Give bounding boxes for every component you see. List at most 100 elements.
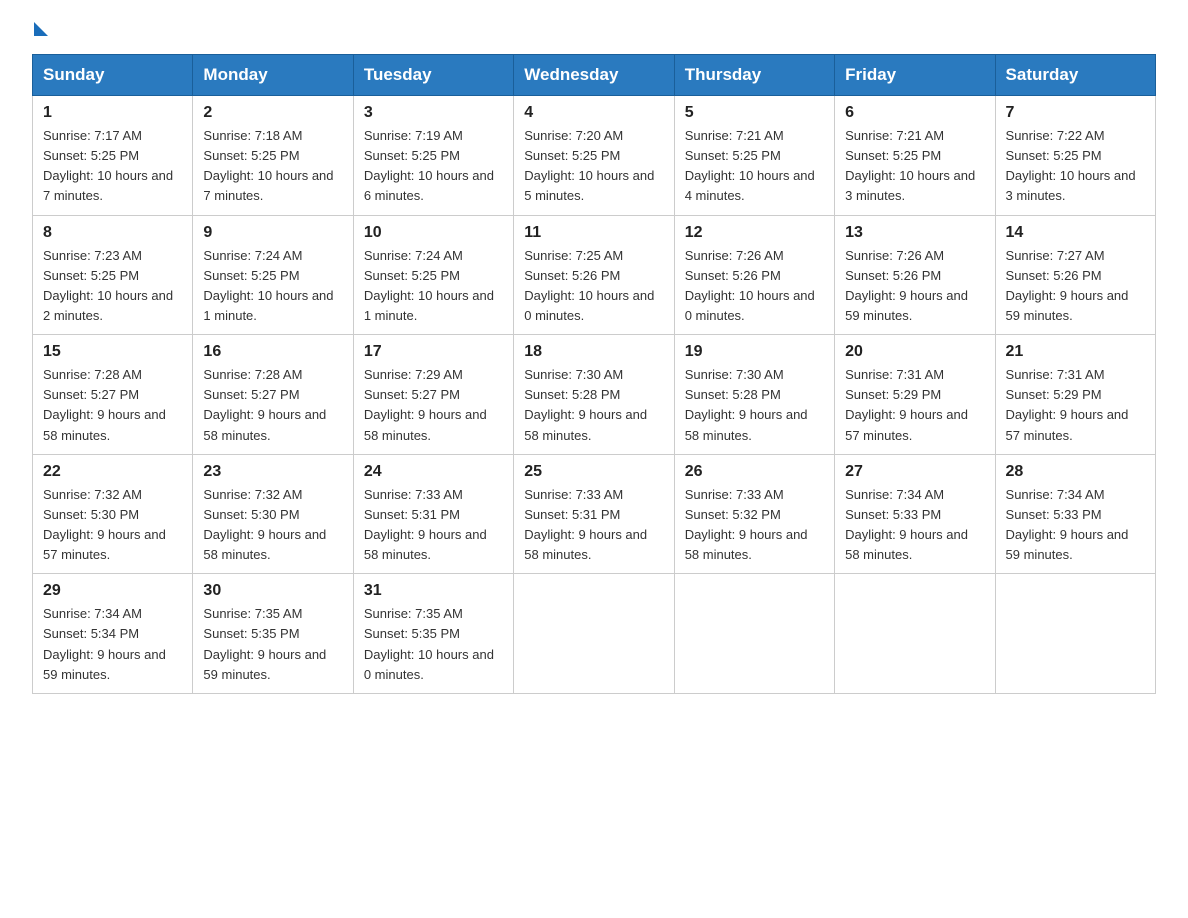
day-number: 7 — [1006, 104, 1145, 122]
day-number: 21 — [1006, 343, 1145, 361]
calendar-cell: 7 Sunrise: 7:22 AMSunset: 5:25 PMDayligh… — [995, 96, 1155, 216]
day-info: Sunrise: 7:26 AMSunset: 5:26 PMDaylight:… — [845, 248, 968, 323]
day-number: 11 — [524, 224, 663, 242]
logo-triangle-icon — [34, 22, 48, 36]
calendar-cell: 18 Sunrise: 7:30 AMSunset: 5:28 PMDaylig… — [514, 335, 674, 455]
day-number: 23 — [203, 463, 342, 481]
day-number: 16 — [203, 343, 342, 361]
calendar-cell: 25 Sunrise: 7:33 AMSunset: 5:31 PMDaylig… — [514, 454, 674, 574]
calendar-cell: 19 Sunrise: 7:30 AMSunset: 5:28 PMDaylig… — [674, 335, 834, 455]
calendar-cell: 2 Sunrise: 7:18 AMSunset: 5:25 PMDayligh… — [193, 96, 353, 216]
day-number: 2 — [203, 104, 342, 122]
day-info: Sunrise: 7:22 AMSunset: 5:25 PMDaylight:… — [1006, 128, 1136, 203]
day-number: 29 — [43, 582, 182, 600]
day-number: 12 — [685, 224, 824, 242]
calendar-cell: 23 Sunrise: 7:32 AMSunset: 5:30 PMDaylig… — [193, 454, 353, 574]
calendar-cell: 9 Sunrise: 7:24 AMSunset: 5:25 PMDayligh… — [193, 215, 353, 335]
header-monday: Monday — [193, 55, 353, 96]
day-info: Sunrise: 7:35 AMSunset: 5:35 PMDaylight:… — [203, 606, 326, 681]
day-number: 8 — [43, 224, 182, 242]
calendar-cell: 13 Sunrise: 7:26 AMSunset: 5:26 PMDaylig… — [835, 215, 995, 335]
day-number: 13 — [845, 224, 984, 242]
day-info: Sunrise: 7:28 AMSunset: 5:27 PMDaylight:… — [43, 367, 166, 442]
calendar-cell: 30 Sunrise: 7:35 AMSunset: 5:35 PMDaylig… — [193, 574, 353, 694]
calendar-cell: 14 Sunrise: 7:27 AMSunset: 5:26 PMDaylig… — [995, 215, 1155, 335]
day-info: Sunrise: 7:23 AMSunset: 5:25 PMDaylight:… — [43, 248, 173, 323]
day-info: Sunrise: 7:20 AMSunset: 5:25 PMDaylight:… — [524, 128, 654, 203]
calendar-cell — [835, 574, 995, 694]
day-number: 4 — [524, 104, 663, 122]
day-number: 31 — [364, 582, 503, 600]
calendar-cell: 4 Sunrise: 7:20 AMSunset: 5:25 PMDayligh… — [514, 96, 674, 216]
day-info: Sunrise: 7:35 AMSunset: 5:35 PMDaylight:… — [364, 606, 494, 681]
day-number: 3 — [364, 104, 503, 122]
calendar-cell: 22 Sunrise: 7:32 AMSunset: 5:30 PMDaylig… — [33, 454, 193, 574]
calendar-cell: 27 Sunrise: 7:34 AMSunset: 5:33 PMDaylig… — [835, 454, 995, 574]
day-info: Sunrise: 7:29 AMSunset: 5:27 PMDaylight:… — [364, 367, 487, 442]
day-info: Sunrise: 7:19 AMSunset: 5:25 PMDaylight:… — [364, 128, 494, 203]
day-info: Sunrise: 7:26 AMSunset: 5:26 PMDaylight:… — [685, 248, 815, 323]
calendar-cell: 16 Sunrise: 7:28 AMSunset: 5:27 PMDaylig… — [193, 335, 353, 455]
calendar-cell — [674, 574, 834, 694]
day-number: 14 — [1006, 224, 1145, 242]
calendar-cell: 24 Sunrise: 7:33 AMSunset: 5:31 PMDaylig… — [353, 454, 513, 574]
calendar-cell: 8 Sunrise: 7:23 AMSunset: 5:25 PMDayligh… — [33, 215, 193, 335]
header-tuesday: Tuesday — [353, 55, 513, 96]
day-info: Sunrise: 7:30 AMSunset: 5:28 PMDaylight:… — [685, 367, 808, 442]
header-saturday: Saturday — [995, 55, 1155, 96]
day-info: Sunrise: 7:24 AMSunset: 5:25 PMDaylight:… — [203, 248, 333, 323]
calendar-cell: 31 Sunrise: 7:35 AMSunset: 5:35 PMDaylig… — [353, 574, 513, 694]
day-info: Sunrise: 7:24 AMSunset: 5:25 PMDaylight:… — [364, 248, 494, 323]
day-number: 18 — [524, 343, 663, 361]
week-row-4: 22 Sunrise: 7:32 AMSunset: 5:30 PMDaylig… — [33, 454, 1156, 574]
calendar-cell: 11 Sunrise: 7:25 AMSunset: 5:26 PMDaylig… — [514, 215, 674, 335]
calendar-cell: 17 Sunrise: 7:29 AMSunset: 5:27 PMDaylig… — [353, 335, 513, 455]
day-info: Sunrise: 7:18 AMSunset: 5:25 PMDaylight:… — [203, 128, 333, 203]
week-row-3: 15 Sunrise: 7:28 AMSunset: 5:27 PMDaylig… — [33, 335, 1156, 455]
day-info: Sunrise: 7:31 AMSunset: 5:29 PMDaylight:… — [845, 367, 968, 442]
header-thursday: Thursday — [674, 55, 834, 96]
week-row-2: 8 Sunrise: 7:23 AMSunset: 5:25 PMDayligh… — [33, 215, 1156, 335]
day-number: 24 — [364, 463, 503, 481]
day-number: 22 — [43, 463, 182, 481]
day-info: Sunrise: 7:27 AMSunset: 5:26 PMDaylight:… — [1006, 248, 1129, 323]
calendar-cell: 21 Sunrise: 7:31 AMSunset: 5:29 PMDaylig… — [995, 335, 1155, 455]
page-header — [32, 24, 1156, 38]
week-row-1: 1 Sunrise: 7:17 AMSunset: 5:25 PMDayligh… — [33, 96, 1156, 216]
day-number: 30 — [203, 582, 342, 600]
day-number: 5 — [685, 104, 824, 122]
day-number: 1 — [43, 104, 182, 122]
calendar-table: SundayMondayTuesdayWednesdayThursdayFrid… — [32, 54, 1156, 694]
day-info: Sunrise: 7:25 AMSunset: 5:26 PMDaylight:… — [524, 248, 654, 323]
day-info: Sunrise: 7:30 AMSunset: 5:28 PMDaylight:… — [524, 367, 647, 442]
calendar-cell: 26 Sunrise: 7:33 AMSunset: 5:32 PMDaylig… — [674, 454, 834, 574]
day-info: Sunrise: 7:28 AMSunset: 5:27 PMDaylight:… — [203, 367, 326, 442]
day-number: 27 — [845, 463, 984, 481]
week-row-5: 29 Sunrise: 7:34 AMSunset: 5:34 PMDaylig… — [33, 574, 1156, 694]
day-info: Sunrise: 7:33 AMSunset: 5:31 PMDaylight:… — [524, 487, 647, 562]
day-number: 26 — [685, 463, 824, 481]
calendar-cell: 28 Sunrise: 7:34 AMSunset: 5:33 PMDaylig… — [995, 454, 1155, 574]
calendar-cell: 20 Sunrise: 7:31 AMSunset: 5:29 PMDaylig… — [835, 335, 995, 455]
day-number: 17 — [364, 343, 503, 361]
logo — [32, 24, 48, 38]
calendar-cell: 29 Sunrise: 7:34 AMSunset: 5:34 PMDaylig… — [33, 574, 193, 694]
calendar-cell — [995, 574, 1155, 694]
header-sunday: Sunday — [33, 55, 193, 96]
calendar-cell: 15 Sunrise: 7:28 AMSunset: 5:27 PMDaylig… — [33, 335, 193, 455]
day-number: 6 — [845, 104, 984, 122]
header-wednesday: Wednesday — [514, 55, 674, 96]
day-info: Sunrise: 7:34 AMSunset: 5:33 PMDaylight:… — [845, 487, 968, 562]
calendar-cell: 5 Sunrise: 7:21 AMSunset: 5:25 PMDayligh… — [674, 96, 834, 216]
day-number: 10 — [364, 224, 503, 242]
day-info: Sunrise: 7:32 AMSunset: 5:30 PMDaylight:… — [43, 487, 166, 562]
day-info: Sunrise: 7:33 AMSunset: 5:31 PMDaylight:… — [364, 487, 487, 562]
calendar-header-row: SundayMondayTuesdayWednesdayThursdayFrid… — [33, 55, 1156, 96]
day-info: Sunrise: 7:21 AMSunset: 5:25 PMDaylight:… — [845, 128, 975, 203]
day-info: Sunrise: 7:33 AMSunset: 5:32 PMDaylight:… — [685, 487, 808, 562]
day-info: Sunrise: 7:32 AMSunset: 5:30 PMDaylight:… — [203, 487, 326, 562]
calendar-cell: 10 Sunrise: 7:24 AMSunset: 5:25 PMDaylig… — [353, 215, 513, 335]
day-info: Sunrise: 7:21 AMSunset: 5:25 PMDaylight:… — [685, 128, 815, 203]
calendar-cell: 12 Sunrise: 7:26 AMSunset: 5:26 PMDaylig… — [674, 215, 834, 335]
calendar-cell: 6 Sunrise: 7:21 AMSunset: 5:25 PMDayligh… — [835, 96, 995, 216]
